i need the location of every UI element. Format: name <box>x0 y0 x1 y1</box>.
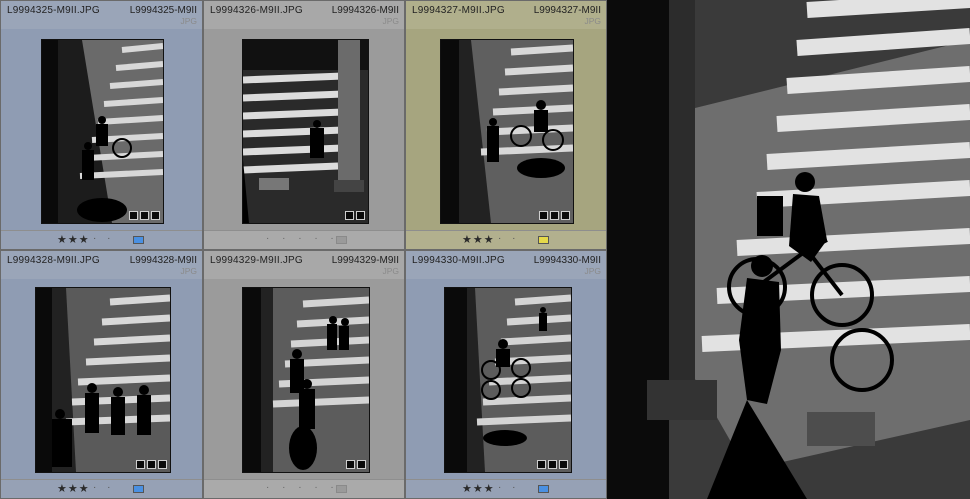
color-label-icon[interactable] <box>538 485 549 493</box>
cell-header: L9994328-M9II.JPG L9994328-M9II JPG <box>1 251 202 279</box>
thumbnail-badges <box>129 211 160 220</box>
street-photo-image <box>445 288 571 472</box>
street-photo-preview-image <box>607 0 970 499</box>
thumbnail-badges <box>537 460 568 469</box>
photo-thumbnail[interactable] <box>41 39 164 224</box>
file-name: L9994325-M9II.JPG <box>7 5 100 16</box>
cell-header: L9994327-M9II.JPG L9994327-M9II JPG <box>406 1 606 29</box>
thumbnail-body <box>204 29 404 231</box>
color-label-icon[interactable] <box>538 236 549 244</box>
develop-badge-icon <box>158 460 167 469</box>
cell-header: L9994326-M9II.JPG L9994326-M9II JPG <box>204 1 404 29</box>
crop-badge-icon <box>550 211 559 220</box>
star-rating[interactable]: ★★★ <box>462 233 495 246</box>
metadata-badge-icon <box>537 460 546 469</box>
file-short-name: L9994330-M9II <box>533 255 601 266</box>
star-rating[interactable]: ★★★ <box>462 482 495 495</box>
street-photo-image <box>36 288 170 472</box>
file-name: L9994330-M9II.JPG <box>412 255 505 266</box>
develop-badge-icon <box>559 460 568 469</box>
photo-thumbnail[interactable] <box>242 287 370 473</box>
star-rating[interactable]: ★★★ <box>57 233 90 246</box>
thumbnail-badges <box>136 460 167 469</box>
street-photo-image <box>243 40 368 223</box>
metadata-badge-icon <box>345 211 354 220</box>
cell-footer: ★★★ · · <box>406 230 606 249</box>
photo-thumbnail[interactable] <box>242 39 369 224</box>
develop-badge-icon <box>357 460 366 469</box>
file-short-name: L9994325-M9II <box>129 5 197 16</box>
thumbnail-body <box>1 29 202 231</box>
crop-badge-icon <box>147 460 156 469</box>
color-label-icon[interactable] <box>133 485 144 493</box>
photo-thumbnail[interactable] <box>440 39 574 224</box>
cell-header: L9994330-M9II.JPG L9994330-M9II JPG <box>406 251 606 279</box>
cell-footer: · · · · · <box>204 230 404 249</box>
crop-badge-icon <box>140 211 149 220</box>
rating-placeholder-dots: · · <box>93 233 115 244</box>
street-photo-image <box>441 40 573 223</box>
file-type: JPG <box>180 16 197 26</box>
thumbnail-cell[interactable]: L9994327-M9II.JPG L9994327-M9II JPG ★★★ … <box>405 0 607 250</box>
loupe-preview[interactable] <box>607 0 970 499</box>
thumbnail-badges <box>345 211 365 220</box>
rating-placeholder-dots[interactable]: · · · · · <box>266 482 339 493</box>
crop-badge-icon <box>548 460 557 469</box>
star-rating[interactable]: ★★★ <box>57 482 90 495</box>
thumbnail-badges <box>346 460 366 469</box>
rating-placeholder-dots: · · <box>498 482 520 493</box>
develop-badge-icon <box>561 211 570 220</box>
photo-thumbnail[interactable] <box>35 287 171 473</box>
rating-placeholder-dots[interactable]: · · · · · <box>266 233 339 244</box>
thumbnail-body <box>1 279 202 480</box>
file-short-name: L9994326-M9II <box>331 5 399 16</box>
street-photo-image <box>243 288 369 472</box>
color-label-icon[interactable] <box>133 236 144 244</box>
thumbnail-body <box>204 279 404 480</box>
metadata-badge-icon <box>539 211 548 220</box>
color-label-icon[interactable] <box>336 485 347 493</box>
thumbnail-body <box>406 29 606 231</box>
thumbnail-cell[interactable]: L9994328-M9II.JPG L9994328-M9II JPG ★★★ … <box>0 250 203 499</box>
cell-footer: · · · · · <box>204 479 404 498</box>
rating-placeholder-dots: · · <box>93 482 115 493</box>
cell-header: L9994329-M9II.JPG L9994329-M9II JPG <box>204 251 404 279</box>
thumbnail-cell[interactable]: L9994325-M9II.JPG L9994325-M9II JPG ★★★ … <box>0 0 203 250</box>
develop-badge-icon <box>151 211 160 220</box>
file-name: L9994328-M9II.JPG <box>7 255 100 266</box>
cell-footer: ★★★ · · <box>406 479 606 498</box>
file-name: L9994326-M9II.JPG <box>210 5 303 16</box>
rating-placeholder-dots: · · <box>498 233 520 244</box>
file-name: L9994327-M9II.JPG <box>412 5 505 16</box>
metadata-badge-icon <box>346 460 355 469</box>
metadata-badge-icon <box>136 460 145 469</box>
file-type: JPG <box>382 16 399 26</box>
file-name: L9994329-M9II.JPG <box>210 255 303 266</box>
grid-view: L9994325-M9II.JPG L9994325-M9II JPG ★★★ … <box>0 0 607 499</box>
color-label-icon[interactable] <box>336 236 347 244</box>
photo-thumbnail[interactable] <box>444 287 572 473</box>
cell-footer: ★★★ · · <box>1 479 202 498</box>
cell-header: L9994325-M9II.JPG L9994325-M9II JPG <box>1 1 202 29</box>
file-type: JPG <box>180 266 197 276</box>
file-type: JPG <box>584 16 601 26</box>
thumbnail-badges <box>539 211 570 220</box>
file-type: JPG <box>584 266 601 276</box>
metadata-badge-icon <box>129 211 138 220</box>
thumbnail-cell[interactable]: L9994329-M9II.JPG L9994329-M9II JPG · · … <box>203 250 405 499</box>
thumbnail-cell[interactable]: L9994326-M9II.JPG L9994326-M9II JPG · · … <box>203 0 405 250</box>
thumbnail-cell[interactable]: L9994330-M9II.JPG L9994330-M9II JPG ★★★ … <box>405 250 607 499</box>
file-short-name: L9994327-M9II <box>533 5 601 16</box>
file-short-name: L9994329-M9II <box>331 255 399 266</box>
file-short-name: L9994328-M9II <box>129 255 197 266</box>
cell-footer: ★★★ · · <box>1 230 202 249</box>
street-photo-image <box>42 40 163 223</box>
develop-badge-icon <box>356 211 365 220</box>
thumbnail-body <box>406 279 606 480</box>
file-type: JPG <box>382 266 399 276</box>
